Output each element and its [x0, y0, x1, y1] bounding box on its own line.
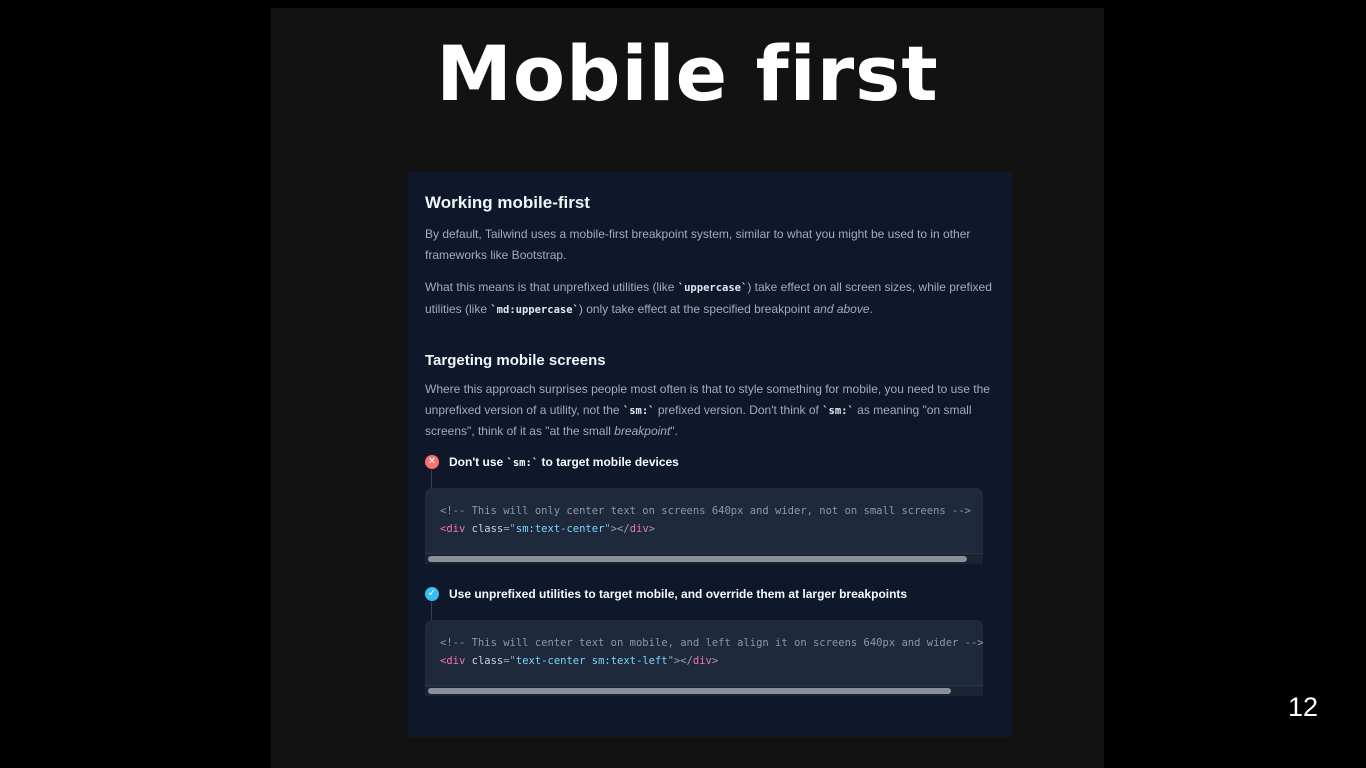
text-segment: ".: [670, 424, 678, 438]
text-segment: prefixed version. Don't think of: [654, 402, 823, 417]
code-comment: <!-- This will only center text on scree…: [440, 504, 972, 517]
code-tag: div: [629, 522, 649, 535]
inline-code-md-uppercase: `md:uppercase`: [490, 303, 579, 316]
text-segment: to target mobile devices: [538, 454, 679, 469]
inline-code-sm: `sm:`: [506, 456, 539, 469]
scrollbar-thumb[interactable]: [428, 555, 967, 562]
code-punct: "></: [604, 522, 630, 535]
code-markup-line: <div class="sm:text-center"></div>: [440, 520, 983, 538]
code-attr: class: [471, 654, 504, 667]
emphasis-breakpoint: breakpoint: [614, 424, 671, 438]
targeting-paragraph: Where this approach surprises people mos…: [425, 379, 994, 442]
code-punct: "></: [667, 654, 693, 667]
do-rule: ✓ Use unprefixed utilities to target mob…: [425, 586, 994, 602]
dont-rule: ✕ Don't use `sm:` to target mobile devic…: [425, 454, 994, 470]
code-punct: =": [503, 654, 516, 667]
text-segment: .: [869, 301, 873, 316]
inline-code-sm: `sm:`: [822, 404, 854, 417]
code-tag: div: [692, 654, 712, 667]
code-comment: <!-- This will center text on mobile, an…: [440, 636, 983, 649]
code-attr: class: [471, 522, 504, 535]
code-comment-line: <!-- This will only center text on scree…: [440, 502, 983, 520]
section-heading-targeting-mobile: Targeting mobile screens: [425, 352, 606, 369]
section-heading-working-mobile-first: Working mobile-first: [425, 193, 590, 212]
code-punct: =": [503, 522, 516, 535]
code-markup-line: <div class="text-center sm:text-left"></…: [440, 652, 983, 670]
intro-paragraph: By default, Tailwind uses a mobile-first…: [425, 227, 971, 262]
do-rule-label: Use unprefixed utilities to target mobil…: [449, 586, 908, 601]
code-string: sm:text-center: [515, 522, 605, 535]
scrollbar-thumb[interactable]: [428, 687, 951, 694]
text-segment: Don't use: [449, 454, 507, 469]
horizontal-scrollbar[interactable]: [425, 552, 983, 564]
connector-line: [431, 469, 432, 488]
code-example-good: <!-- This will center text on mobile, an…: [425, 619, 983, 696]
inline-code-sm: `sm:`: [622, 404, 655, 417]
slide-title: Mobile first: [436, 29, 939, 118]
x-icon: ✕: [425, 454, 439, 469]
code-example-bad: <!-- This will only center text on scree…: [425, 487, 983, 564]
code-tag: <div: [440, 654, 466, 667]
check-icon: ✓: [425, 586, 439, 601]
text-segment: What this means is that unprefixed utili…: [425, 280, 678, 294]
code-punct: >: [648, 522, 655, 535]
horizontal-scrollbar[interactable]: [425, 684, 983, 696]
connector-line: [431, 601, 432, 620]
slide-page-number: 12: [1287, 692, 1318, 722]
unprefixed-paragraph: What this means is that unprefixed utili…: [425, 277, 994, 320]
emphasis-and-above: and above: [813, 301, 870, 316]
code-string: text-center sm:text-left: [515, 654, 668, 667]
dont-rule-label: Don't use `sm:` to target mobile devices: [449, 454, 679, 471]
code-tag: <div: [440, 522, 466, 535]
inline-code-uppercase: `uppercase`: [677, 282, 748, 294]
slide: Mobile first Working mobile-first By def…: [271, 8, 1104, 768]
docs-screenshot-panel: Working mobile-first By default, Tailwin…: [408, 172, 1012, 737]
code-punct: >: [711, 654, 719, 667]
text-segment: ) only take effect at the specified brea…: [578, 301, 814, 316]
code-comment-line: <!-- This will center text on mobile, an…: [440, 634, 983, 652]
